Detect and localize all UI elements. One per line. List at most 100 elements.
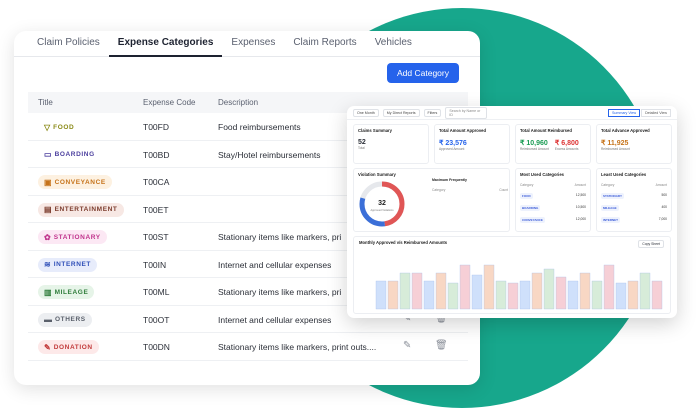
description: Internet and cellular expenses [218, 259, 332, 270]
category-label: MILEAGE [54, 288, 89, 296]
bar [387, 280, 399, 310]
summary-row: Violation Summary 32 Approved Violations… [353, 168, 672, 232]
col-category: Category [520, 183, 534, 187]
add-category-button[interactable]: Add Category [387, 63, 459, 83]
least-used-categories: Least Used Categories Category Amount ST… [596, 168, 672, 232]
bar [375, 280, 387, 310]
column-description: Description [218, 98, 259, 107]
description: Stationary items like markers, pri [218, 232, 342, 242]
category-badge: ▬ OTHERS [38, 312, 92, 327]
kpi-title: Total Amount Approved [439, 128, 487, 133]
bar [507, 282, 519, 310]
tab-bar: Claim Policies Expense Categories Expens… [14, 31, 480, 57]
col-amount: Amount [574, 183, 586, 187]
category-amount: 10,500 [575, 205, 586, 209]
list-item: FOOD 12,500 [520, 193, 586, 199]
category-badge: ✎ DONATION [38, 340, 99, 354]
most-used-categories: Most Used Categories Category Amount FOO… [515, 168, 591, 232]
expense-code: T00ML [143, 287, 170, 297]
category-chip: INTERNET [601, 217, 620, 223]
expense-code: T00OT [143, 314, 170, 325]
description: Stay/Hotel reimbursements [218, 149, 321, 160]
gauge-icon: ▥ [44, 287, 52, 297]
edit-icon[interactable]: ✎ [403, 340, 411, 351]
kpi-sub: Approved Amount [439, 147, 465, 151]
bed-icon: ▭ [44, 150, 52, 159]
violation-summary: Violation Summary 32 Approved Violations… [353, 168, 510, 232]
list-item: BOARDING 10,500 [520, 205, 586, 211]
least-used-list: STATIONARY 500 MILEAGE 400 INTERNET 7,000 [601, 193, 667, 223]
detailed-view-button[interactable]: Detailed View [641, 108, 671, 117]
search-input[interactable]: Search by Name or ID [445, 106, 488, 119]
tab-expenses[interactable]: Expenses [222, 31, 284, 57]
tab-expense-categories[interactable]: Expense Categories [108, 31, 223, 57]
max-category-title: Maximum Frequently [432, 178, 468, 182]
pen-icon: ✎ [44, 342, 51, 352]
bar [483, 264, 495, 310]
category-amount: 500 [661, 193, 667, 197]
category-label: CONVEYANCE [54, 178, 106, 186]
summary-view-button[interactable]: Summary View [607, 108, 641, 117]
bar [543, 268, 555, 310]
tab-claim-reports[interactable]: Claim Reports [284, 31, 365, 57]
bar [555, 276, 567, 310]
category-badge: ▥ MILEAGE [38, 285, 95, 299]
least-used-title: Least Used Categories [601, 172, 647, 177]
kpi-sub: Total [358, 146, 365, 150]
category-label: DONATION [53, 343, 93, 351]
kpi-advance: Total Advance Approved ₹ 11,925 Reimburs… [596, 124, 672, 164]
kpi-claims: Claims Summary 52 Total [353, 124, 429, 164]
max-category-header: Category Count [432, 188, 508, 192]
bar [495, 280, 507, 310]
dashboard-preview: One Month My Direct Reports Filters Sear… [347, 106, 677, 318]
tab-claim-policies[interactable]: Claim Policies [28, 31, 109, 57]
kpi-title: Claims Summary [358, 128, 392, 133]
expense-code: T00DN [143, 342, 170, 352]
bar [447, 282, 459, 310]
category-label: ENTERTAINMENT [54, 206, 118, 213]
car-icon: ▣ [44, 177, 52, 187]
kpi-approved: Total Amount Approved ₹ 23,576 Approved … [434, 124, 510, 164]
filter-reports[interactable]: My Direct Reports [382, 108, 420, 117]
kpi-value: ₹ 10,960 [520, 140, 548, 147]
bar [651, 280, 663, 310]
filter-button[interactable]: Filters [423, 108, 442, 117]
category-amount: 12,500 [575, 193, 586, 197]
col-category: Category [432, 188, 446, 192]
category-amount: 12,000 [575, 217, 586, 221]
most-used-title: Most Used Categories [520, 172, 564, 177]
bar [615, 282, 627, 310]
category-label: INTERNET [53, 261, 92, 268]
trash-icon[interactable]: 🗑 [435, 340, 448, 351]
least-used-header: Category Amount [601, 183, 667, 187]
category-chip: MILEAGE [601, 205, 619, 211]
category-label: OTHERS [55, 316, 86, 323]
bar [531, 272, 543, 310]
expense-code: T00ST [143, 232, 169, 242]
description: Stationary items like markers, pri [218, 287, 342, 297]
description: Internet and cellular expenses [218, 314, 332, 325]
table-row[interactable]: ✎ DONATION T00DN Stationary items like mark… [28, 333, 468, 361]
bar [639, 272, 651, 310]
monthly-bar-chart: Monthly Approved v/s Reimbursed Amounts … [353, 236, 671, 314]
kpi-value: ₹ 23,576 [439, 140, 467, 147]
expense-code: T00FD [143, 122, 169, 132]
category-badge: ▣ CONVEYANCE [38, 175, 112, 189]
bar [435, 272, 447, 310]
kpi-title: Total Advance Approved [601, 128, 650, 133]
stage: Claim Policies Expense Categories Expens… [0, 0, 696, 409]
category-badge: ▭ BOARDING [38, 147, 101, 162]
category-chip: STATIONARY [601, 193, 624, 199]
view-toggle: Summary View Detailed View [607, 108, 671, 117]
category-chip: BOARDING [520, 205, 541, 211]
tab-vehicles[interactable]: Vehicles [366, 31, 421, 57]
column-expense-code: Expense Code [143, 98, 196, 107]
bar [459, 264, 471, 310]
dashboard-toolbar: One Month My Direct Reports Filters Sear… [347, 106, 677, 120]
category-chip: FOOD [520, 193, 533, 199]
most-used-header: Category Amount [520, 183, 586, 187]
bar [423, 280, 435, 310]
filter-period[interactable]: One Month [353, 108, 379, 117]
list-item: CONVEYANCE 12,000 [520, 217, 586, 223]
kpi-value: ₹ 11,925 [601, 140, 629, 147]
